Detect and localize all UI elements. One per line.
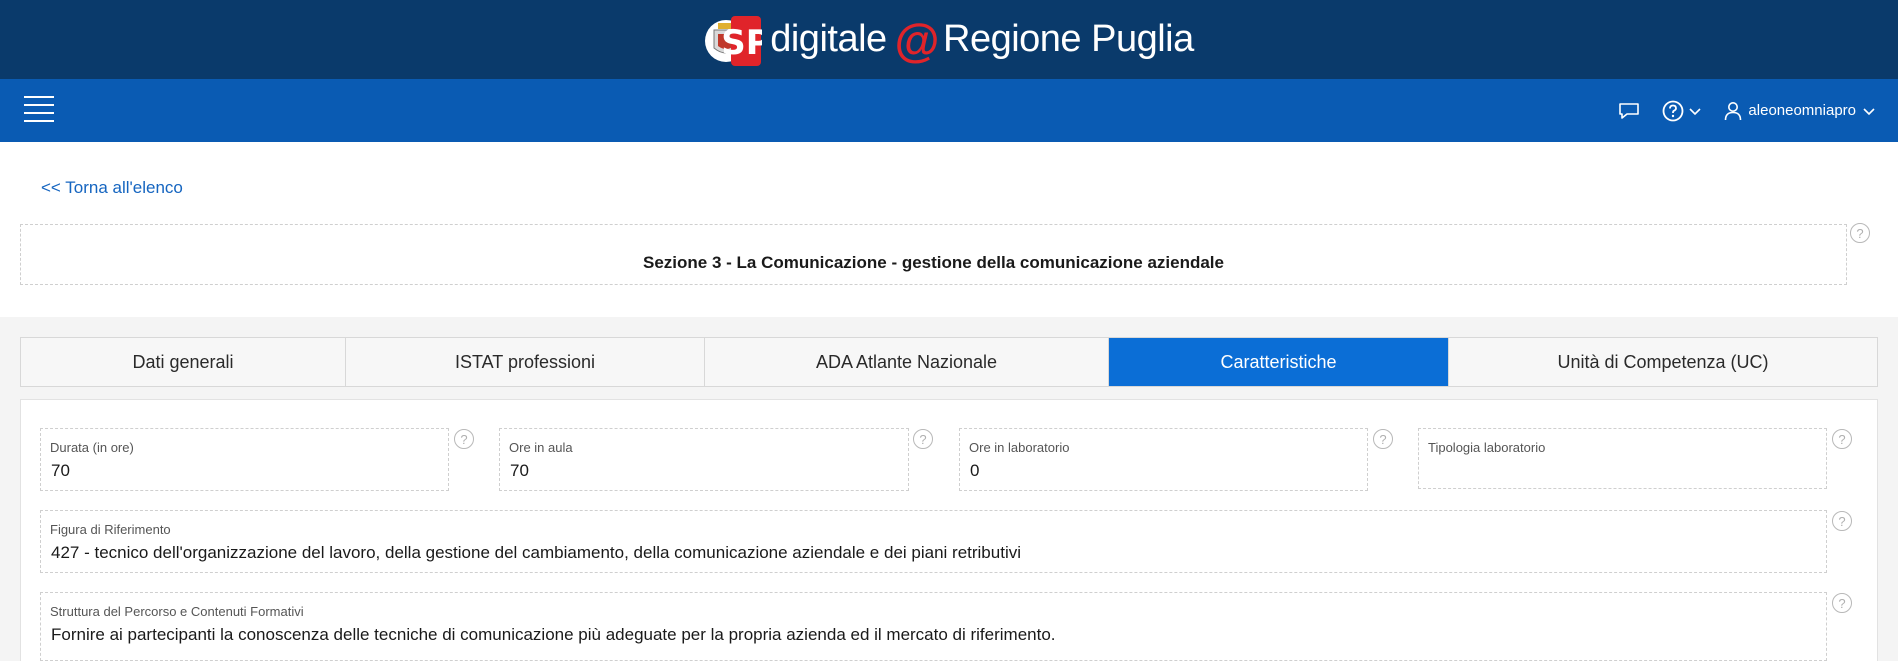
figura-di-riferimento-help-icon[interactable]: ?	[1832, 511, 1852, 531]
nav-actions: aleoneomniapro	[1618, 79, 1876, 142]
figura-di-riferimento-field[interactable]: Figura di Riferimento 427 - tecnico dell…	[40, 510, 1827, 573]
tipologia-laboratorio-label: Tipologia laboratorio	[1428, 440, 1546, 455]
regione-puglia-logo-icon: SP	[704, 10, 771, 70]
ore-in-laboratorio-value: 0	[970, 461, 980, 480]
username: aleoneomniapro	[1748, 102, 1856, 119]
ore-in-aula-label: Ore in aula	[509, 440, 573, 455]
brand-logo-group[interactable]: SP digitale @ Regione Puglia	[704, 10, 1194, 70]
tab-unita-di-competenza[interactable]: Unità di Competenza (UC)	[1449, 338, 1877, 386]
brand-at-symbol: @	[894, 13, 940, 66]
tab-istat-professioni[interactable]: ISTAT professioni	[346, 338, 705, 386]
top-navigation-bar: aleoneomniapro	[0, 79, 1898, 142]
tab-caratteristiche[interactable]: Caratteristiche	[1109, 338, 1449, 386]
user-icon	[1725, 101, 1742, 120]
tab-ada-atlante-nazionale[interactable]: ADA Atlante Nazionale	[705, 338, 1109, 386]
chevron-down-icon	[1689, 107, 1701, 115]
chat-icon[interactable]	[1618, 101, 1640, 121]
hamburger-menu-icon[interactable]	[24, 96, 54, 124]
durata-field[interactable]: Durata (in ore) 70	[40, 428, 449, 491]
user-menu-button[interactable]: aleoneomniapro	[1724, 101, 1876, 121]
help-menu-button[interactable]	[1662, 100, 1702, 122]
brand-header: SP digitale @ Regione Puglia	[0, 0, 1898, 79]
struttura-percorso-field[interactable]: Struttura del Percorso e Contenuti Forma…	[40, 592, 1827, 661]
durata-help-icon[interactable]: ?	[454, 429, 474, 449]
ore-in-aula-value: 70	[510, 461, 529, 480]
ore-in-laboratorio-help-icon[interactable]: ?	[1373, 429, 1393, 449]
section-header-box: Sezione 3 - La Comunicazione - gestione …	[20, 224, 1847, 285]
brand-name-part1: digitale	[770, 18, 887, 60]
logo-text: SP	[722, 23, 763, 63]
tab-bar: Dati generali ISTAT professioni ADA Atla…	[20, 337, 1878, 387]
section-title: Sezione 3 - La Comunicazione - gestione …	[643, 253, 1224, 272]
ore-in-laboratorio-label: Ore in laboratorio	[969, 440, 1070, 455]
back-to-list-link[interactable]: << Torna all'elenco	[41, 178, 183, 198]
figura-di-riferimento-value: 427 - tecnico dell'organizzazione del la…	[51, 543, 1021, 562]
durata-value: 70	[51, 461, 70, 480]
ore-in-aula-help-icon[interactable]: ?	[913, 429, 933, 449]
section-help-icon[interactable]: ?	[1850, 223, 1870, 243]
tipologia-laboratorio-help-icon[interactable]: ?	[1832, 429, 1852, 449]
ore-in-laboratorio-field[interactable]: Ore in laboratorio 0	[959, 428, 1368, 491]
brand-title: digitale @ Regione Puglia	[770, 17, 1194, 63]
tipologia-laboratorio-field[interactable]: Tipologia laboratorio	[1418, 428, 1827, 489]
help-circle-icon	[1663, 100, 1684, 121]
struttura-percorso-label: Struttura del Percorso e Contenuti Forma…	[50, 604, 304, 619]
tab-dati-generali[interactable]: Dati generali	[21, 338, 346, 386]
chevron-down-icon	[1863, 107, 1875, 115]
figura-di-riferimento-label: Figura di Riferimento	[50, 522, 171, 537]
struttura-percorso-help-icon[interactable]: ?	[1832, 593, 1852, 613]
ore-in-aula-field[interactable]: Ore in aula 70	[499, 428, 909, 491]
struttura-percorso-value: Fornire ai partecipanti la conoscenza de…	[51, 625, 1056, 644]
durata-label: Durata (in ore)	[50, 440, 134, 455]
brand-name-part2: Regione Puglia	[943, 18, 1194, 60]
